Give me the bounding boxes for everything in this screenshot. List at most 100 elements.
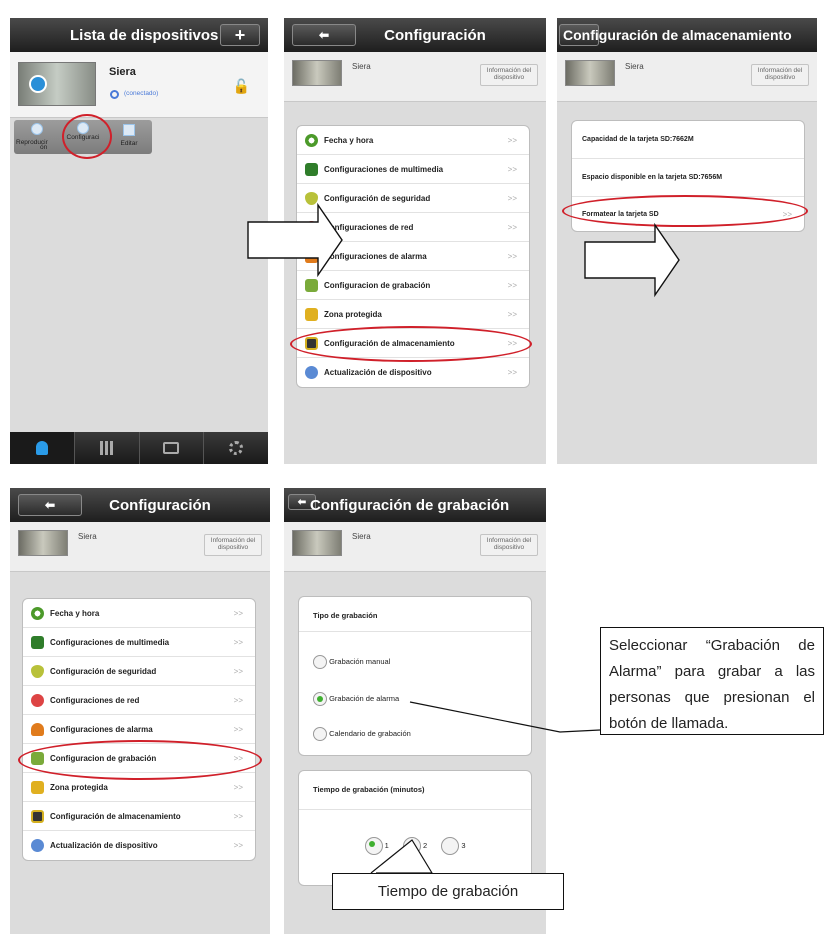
- menu-item-multimedia[interactable]: Configuraciones de multimedia >>: [23, 628, 255, 657]
- edit-icon: [123, 124, 135, 136]
- device-info-label-2: dispositivo: [764, 74, 796, 82]
- tab-devices[interactable]: [10, 432, 74, 464]
- menu-item-security[interactable]: Configuración de seguridad >>: [297, 184, 529, 213]
- menu-item-label: Configuración de seguridad: [50, 666, 157, 676]
- chevron-icon: >>: [233, 695, 243, 705]
- user-update-icon: [31, 839, 44, 852]
- bell-icon: [305, 249, 318, 263]
- menu-item-multimedia[interactable]: Configuraciones de multimedia >>: [297, 155, 529, 184]
- recording-header: ⬅ Configuración de grabación: [284, 488, 546, 522]
- menu-item-label: Fecha y hora: [324, 135, 374, 145]
- config-header: ⬅ Configuración: [10, 488, 270, 522]
- add-device-button[interactable]: +: [220, 24, 260, 46]
- device-name: Siera: [352, 62, 371, 71]
- bell-icon: [31, 722, 44, 736]
- option-manual-label: Grabación manual: [329, 656, 391, 666]
- device-info-button[interactable]: Información del dispositivo: [480, 64, 538, 86]
- device-info-label-1: Información del: [210, 537, 256, 544]
- play-icon: [29, 75, 47, 93]
- menu-item-protected-zone[interactable]: Zona protegida >>: [297, 300, 529, 329]
- storage-header: Configuración de almacenamiento: [557, 18, 817, 52]
- device-info-button[interactable]: Información del dispositivo: [204, 534, 262, 556]
- toolbox-icon: [163, 442, 180, 454]
- device-thumbnail[interactable]: [18, 62, 96, 106]
- time-option-1[interactable]: 1: [364, 837, 389, 855]
- config-menu: Fecha y hora >> Configuraciones de multim…: [22, 598, 256, 861]
- time-option-1-label: 1: [384, 840, 389, 850]
- back-button[interactable]: ⬅: [292, 24, 356, 46]
- radio-time-2[interactable]: [402, 837, 421, 855]
- unlock-icon[interactable]: 🔓: [233, 78, 250, 95]
- option-schedule-label: Calendario de grabación: [329, 728, 411, 738]
- play-action-button[interactable]: Reproducir: [14, 122, 60, 152]
- radio-alarm[interactable]: [313, 692, 327, 706]
- chevron-icon: >>: [507, 309, 517, 319]
- highlight-oval-configuration: [62, 114, 112, 159]
- device-summary: Siera Información del dispositivo: [10, 522, 270, 572]
- device-thumbnail: [18, 530, 68, 556]
- chevron-icon: >>: [507, 164, 517, 174]
- menu-item-recording[interactable]: Configuracion de grabación >>: [297, 271, 529, 300]
- menu-item-date-time[interactable]: Fecha y hora >>: [23, 599, 255, 628]
- device-row[interactable]: Siera (conectado) 🔓: [10, 52, 268, 118]
- menu-item-network[interactable]: Configuraciones de red >>: [23, 686, 255, 715]
- device-summary: Siera Información del dispositivo: [557, 52, 817, 102]
- radio-schedule[interactable]: [313, 727, 327, 741]
- menu-item-network[interactable]: Configuraciones de red >>: [297, 213, 529, 242]
- highlight-oval-storage: [290, 326, 532, 362]
- device-name: Siera: [625, 62, 644, 71]
- chevron-icon: >>: [233, 841, 243, 850]
- menu-item-label: Fecha y hora: [50, 608, 100, 618]
- menu-item-storage[interactable]: Configuración de almacenamiento >>: [23, 802, 255, 831]
- divider: [299, 631, 531, 632]
- menu-item-label: Actualización de dispositivo: [50, 841, 158, 850]
- menu-item-label: Configuraciones de multimedia: [324, 164, 444, 174]
- option-schedule[interactable]: Calendario de grabación: [313, 727, 411, 741]
- config-screen-top: ⬅ Configuración Siera Información del di…: [284, 18, 546, 464]
- chevron-icon: >>: [507, 251, 517, 261]
- menu-item-label: Configuraciones de red: [324, 222, 414, 232]
- highlight-oval-format: [562, 195, 808, 227]
- page-title: Configuración de almacenamiento: [563, 27, 792, 43]
- edit-action-button[interactable]: Editar: [108, 122, 150, 152]
- menu-item-label: Zona protegida: [50, 782, 108, 792]
- device-list-header: Lista de dispositivos +: [10, 18, 268, 52]
- device-name: Siera: [78, 532, 97, 541]
- page-title: Configuración: [109, 496, 211, 514]
- menu-item-date-time[interactable]: Fecha y hora >>: [297, 126, 529, 155]
- chevron-icon: >>: [233, 811, 243, 821]
- device-info-button[interactable]: Información del dispositivo: [751, 64, 809, 86]
- shield-icon: [31, 664, 44, 678]
- menu-item-update[interactable]: Actualización de dispositivo >>: [23, 831, 255, 860]
- page-title: Configuración de grabación: [310, 496, 510, 514]
- radio-time-1[interactable]: [364, 837, 383, 855]
- lock-icon: [31, 780, 44, 794]
- tab-toolbox[interactable]: [138, 432, 204, 464]
- chevron-icon: >>: [507, 193, 517, 203]
- menu-item-label: Configuraciones de alarma: [50, 724, 153, 734]
- tab-grid[interactable]: [73, 432, 139, 464]
- time-option-3-label: 3: [461, 840, 466, 850]
- option-alarm[interactable]: Grabación de alarma: [313, 692, 399, 706]
- config-screen-bottom: ⬅ Configuración Siera Información del di…: [10, 488, 270, 934]
- clapper-icon: [31, 635, 44, 649]
- device-info-button[interactable]: Información del dispositivo: [480, 534, 538, 556]
- menu-item-label: Configuraciones de alarma: [324, 251, 427, 261]
- option-manual[interactable]: Grabación manual: [313, 655, 390, 669]
- lock-icon: [305, 307, 318, 321]
- play-action-icon: [31, 123, 43, 135]
- menu-item-security[interactable]: Configuración de seguridad >>: [23, 657, 255, 686]
- tab-settings[interactable]: [203, 432, 268, 464]
- settings-action-label-end: ón: [40, 144, 48, 151]
- shield-icon: [305, 191, 318, 205]
- chevron-icon: >>: [233, 666, 243, 676]
- time-option-2[interactable]: 2: [402, 837, 427, 855]
- radio-time-3[interactable]: [441, 837, 460, 855]
- radio-manual[interactable]: [313, 655, 327, 669]
- menu-item-update[interactable]: Actualización de dispositivo >>: [297, 358, 529, 387]
- device-info-label-1: Información del: [486, 67, 532, 74]
- back-button[interactable]: ⬅: [18, 494, 82, 516]
- time-option-3[interactable]: 3: [441, 837, 466, 855]
- menu-item-alarm[interactable]: Configuraciones de alarma >>: [297, 242, 529, 271]
- chevron-icon: >>: [507, 135, 517, 145]
